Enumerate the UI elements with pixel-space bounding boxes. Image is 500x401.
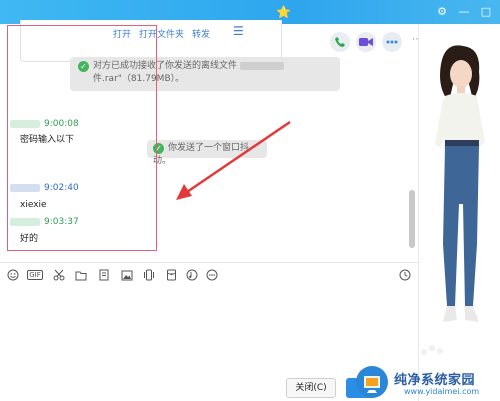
watermark-url: www.yidaimei.com	[404, 387, 480, 396]
watermark: 纯净系统家园 www.yidaimei.com	[348, 364, 498, 400]
message-input[interactable]	[0, 286, 418, 372]
decorative-paw-icon	[421, 345, 443, 355]
image-icon[interactable]	[120, 268, 134, 282]
gif-icon[interactable]: GIF	[26, 268, 44, 282]
watermark-logo-icon	[356, 366, 388, 398]
scrollbar-thumb[interactable]	[409, 190, 415, 248]
music-icon[interactable]	[185, 268, 199, 282]
emoji-icon[interactable]	[6, 268, 20, 282]
watermark-title: 纯净系统家园	[394, 373, 476, 388]
avatar-figure	[435, 45, 485, 322]
annotation-arrow	[176, 120, 291, 200]
input-toolbar: GIF	[0, 262, 418, 286]
redpacket-icon[interactable]	[164, 268, 178, 282]
more-options-icon[interactable]	[205, 268, 219, 282]
blurred-filename	[239, 61, 284, 70]
forward-link[interactable]: 转发	[192, 27, 210, 40]
more-icon[interactable]	[382, 32, 402, 52]
doc-icon[interactable]	[97, 268, 111, 282]
phone-icon[interactable]	[330, 32, 350, 52]
close-button[interactable]: 关闭(C)	[286, 378, 336, 398]
history-icon[interactable]	[398, 268, 412, 282]
highlight-box	[7, 25, 157, 251]
call-toolbar	[330, 32, 402, 52]
minimize-button[interactable]: —	[456, 4, 472, 20]
menu-icon[interactable]: ☰	[233, 24, 244, 38]
settings-icon[interactable]: ⚙	[434, 4, 450, 20]
folder-icon[interactable]	[74, 268, 88, 282]
video-icon[interactable]	[356, 32, 376, 52]
scissors-icon[interactable]	[52, 268, 66, 282]
vip-star-icon: ⭐	[276, 5, 291, 19]
shake-icon[interactable]	[142, 268, 156, 282]
maximize-button[interactable]: □	[478, 4, 494, 20]
